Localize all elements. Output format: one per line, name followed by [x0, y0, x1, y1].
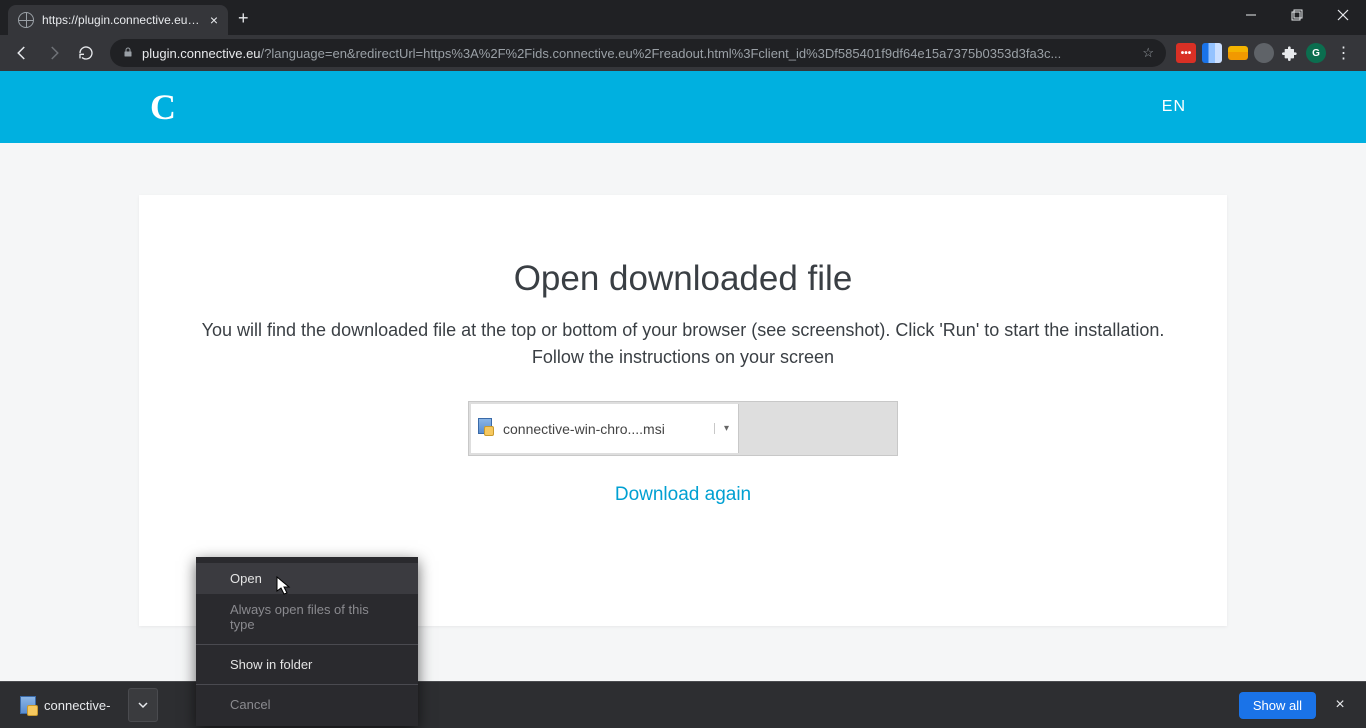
page-title: Open downloaded file: [179, 259, 1187, 299]
illustration-download-chip: connective-win-chro....msi ▾: [471, 404, 739, 453]
instruction-line-2: Follow the instructions on your screen: [179, 344, 1187, 371]
minimize-button[interactable]: [1228, 0, 1274, 30]
extensions-puzzle-icon[interactable]: [1280, 43, 1300, 63]
maximize-button[interactable]: [1274, 0, 1320, 30]
close-window-button[interactable]: [1320, 0, 1366, 30]
site-header: C EN: [0, 71, 1366, 143]
new-tab-button[interactable]: +: [238, 8, 249, 29]
browser-toolbar: plugin.connective.eu/?language=en&redire…: [0, 35, 1366, 71]
show-all-downloads-button[interactable]: Show all: [1239, 692, 1316, 719]
download-item-menu-button[interactable]: [128, 688, 158, 722]
window-controls: [1228, 0, 1366, 35]
browser-tab-bar: https://plugin.connective.eu/?lan × +: [0, 0, 1366, 35]
site-logo: C: [150, 86, 176, 128]
context-separator: [196, 684, 418, 685]
back-button[interactable]: [8, 39, 36, 67]
download-item[interactable]: connective-: [12, 688, 118, 722]
context-cancel[interactable]: Cancel: [196, 689, 418, 720]
instruction-line-1: You will find the downloaded file at the…: [179, 317, 1187, 344]
illustration-filename: connective-win-chro....msi: [499, 421, 714, 437]
context-always-open: Always open files of this type: [196, 594, 418, 640]
language-selector[interactable]: EN: [1162, 98, 1186, 116]
context-separator: [196, 644, 418, 645]
context-open[interactable]: Open: [196, 563, 418, 594]
address-bar[interactable]: plugin.connective.eu/?language=en&redire…: [110, 39, 1166, 67]
extension-gray-icon[interactable]: [1254, 43, 1274, 63]
download-again-link[interactable]: Download again: [615, 484, 751, 506]
forward-button[interactable]: [40, 39, 68, 67]
browser-menu-button[interactable]: ⋮: [1330, 43, 1358, 63]
tab-title: https://plugin.connective.eu/?lan: [42, 13, 202, 27]
msi-file-icon: [478, 418, 492, 434]
msi-file-icon: [20, 696, 36, 714]
close-shelf-button[interactable]: ×: [1326, 696, 1354, 714]
globe-icon: [18, 12, 34, 28]
lock-icon: [122, 45, 134, 62]
extension-books-icon[interactable]: [1202, 43, 1222, 63]
cursor-icon: [276, 576, 292, 601]
chevron-down-icon: ▾: [714, 423, 738, 434]
profile-avatar[interactable]: G: [1306, 43, 1326, 63]
context-show-in-folder[interactable]: Show in folder: [196, 649, 418, 680]
extension-mail-icon[interactable]: [1228, 46, 1248, 60]
extensions-row: ••• G: [1176, 43, 1326, 63]
browser-tab[interactable]: https://plugin.connective.eu/?lan ×: [8, 5, 228, 35]
download-filename: connective-: [44, 698, 110, 713]
url-text: plugin.connective.eu/?language=en&redire…: [142, 46, 1134, 61]
reload-button[interactable]: [72, 39, 100, 67]
download-illustration: connective-win-chro....msi ▾: [468, 401, 898, 456]
extension-lastpass-icon[interactable]: •••: [1176, 43, 1196, 63]
star-icon[interactable]: ☆: [1142, 45, 1154, 61]
close-tab-icon[interactable]: ×: [210, 12, 218, 28]
download-context-menu: Open Always open files of this type Show…: [196, 557, 418, 726]
